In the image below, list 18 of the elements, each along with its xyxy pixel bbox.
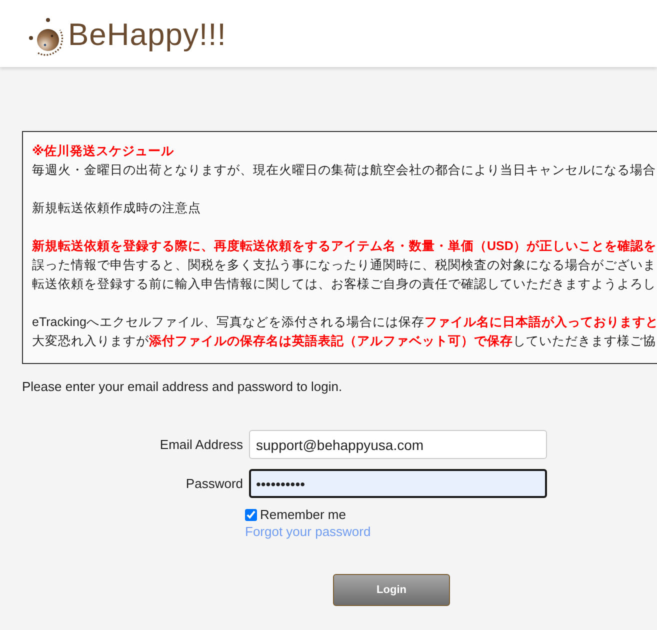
notice-text: 新規転送依頼作成時の注意点: [32, 200, 201, 217]
instruction-text: Please enter your email address and password to login.: [22, 378, 342, 396]
password-input[interactable]: ••••••••••: [249, 469, 547, 498]
logo-icon: [28, 16, 66, 56]
notice-alert-text: 新規転送依頼を登録する際に、再度転送依頼をするアイテム名・数量・単価（USD）が正しいことを確認を: [32, 238, 656, 255]
logo-text: BeHappy!!!: [68, 16, 226, 52]
notice-text: 大変恐れ入りますが添付ファイルの保存名は英語表記（アルファベット可）で保存していただきます様ご協: [32, 333, 656, 350]
notice-text: eTrackingへエクセルファイル、写真などを添付される場合には保存ファイル名に日本語が入っておりますと: [32, 314, 657, 331]
password-label: Password: [186, 476, 243, 491]
notice-text: 毎週火・金曜日の出荷となりますが、現在火曜日の集荷は航空会社の都合により当日キャンセルになる場合: [32, 162, 656, 179]
notice-alert-text: ※佐川発送スケジュール: [32, 143, 174, 160]
email-input[interactable]: support@behappyusa.com: [249, 430, 547, 459]
notice-text: 転送依頼を登録する前に輸入申告情報に関しては、お客様ご自身の責任で確認していただきますようよろし: [32, 276, 656, 293]
notice-text: 誤った情報で申告すると、関税を多く支払う事になったり通関時に、税関検査の対象になる場合がございま: [32, 257, 656, 274]
remember-label: Remember me: [260, 506, 346, 523]
login-button[interactable]: Login: [333, 574, 450, 606]
remember-checkbox[interactable]: [245, 508, 257, 520]
email-label: Email Address: [160, 437, 243, 452]
